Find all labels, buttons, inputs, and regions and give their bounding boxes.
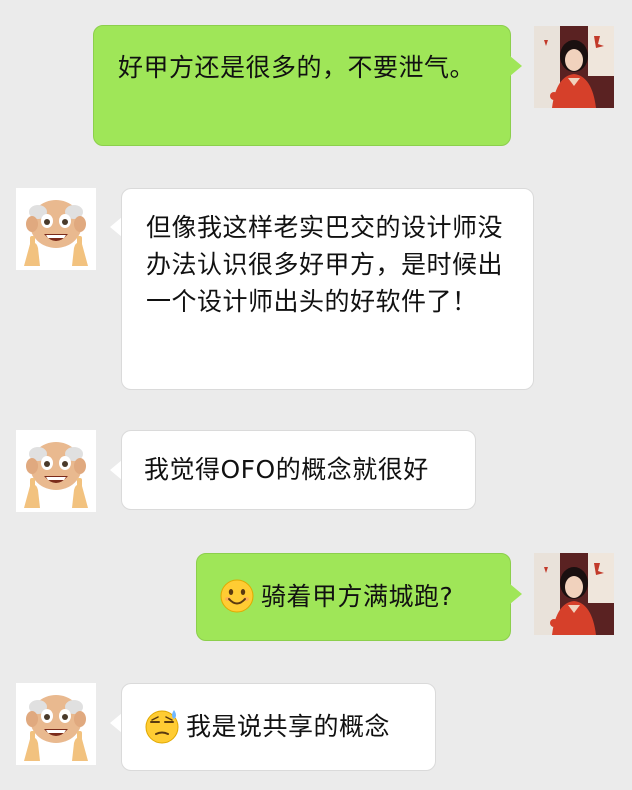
message-bubble[interactable]: 我觉得OFO的概念就很好: [121, 430, 476, 510]
message-bubble[interactable]: 好甲方还是很多的，不要泄气。: [93, 25, 511, 146]
message-text: 我是说共享的概念: [186, 712, 391, 741]
old-man-avatar[interactable]: [16, 683, 96, 765]
message-text: 好甲方还是很多的，不要泄气。: [118, 53, 476, 82]
bubble-tail: [510, 584, 522, 604]
message-text: 我觉得OFO的概念就很好: [144, 455, 429, 484]
girl-avatar[interactable]: [534, 553, 614, 635]
message-bubble[interactable]: 骑着甲方满城跑?: [196, 553, 511, 641]
old-man-avatar[interactable]: [16, 430, 96, 512]
message-bubble[interactable]: 但像我这样老实巴交的设计师没办法认识很多好甲方，是时候出一个设计师出头的好软件了…: [121, 188, 534, 390]
message-bubble[interactable]: 我是说共享的概念: [121, 683, 436, 771]
sweat-face-emoji-icon: [144, 708, 180, 744]
old-man-avatar[interactable]: [16, 188, 96, 270]
girl-avatar[interactable]: [534, 26, 614, 108]
message-text: 但像我这样老实巴交的设计师没办法认识很多好甲方，是时候出一个设计师出头的好软件了…: [146, 213, 504, 316]
message-text: 骑着甲方满城跑?: [261, 582, 454, 611]
bubble-tail: [510, 56, 522, 76]
smiling-face-emoji-icon: [219, 578, 255, 614]
